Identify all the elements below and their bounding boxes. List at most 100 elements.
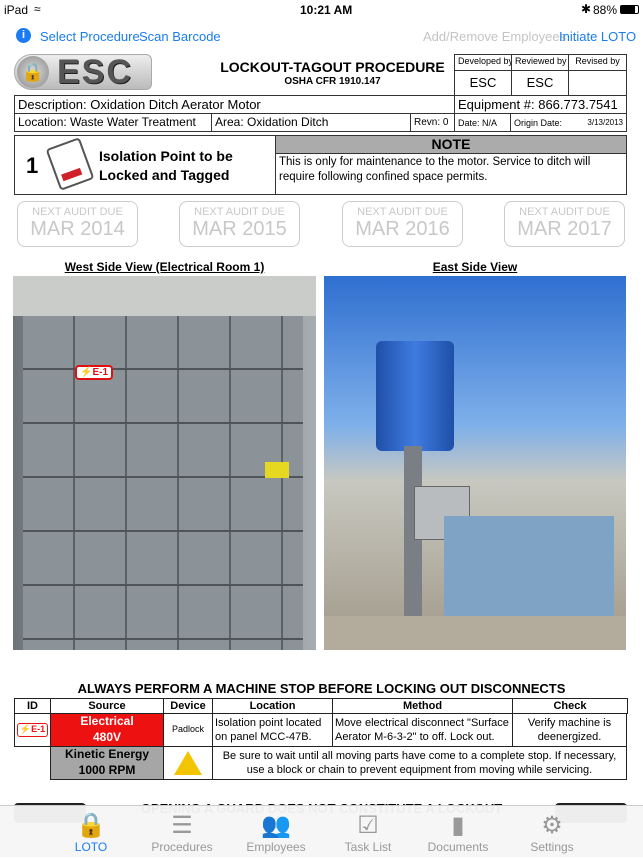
esc-logo: 🔒 ESC [14, 53, 152, 91]
row2-note: Be sure to wait until all moving parts h… [212, 746, 627, 780]
tab-loto[interactable]: 🔒 LOTO [51, 806, 131, 858]
motor [376, 341, 454, 451]
row1-location: Isolation point located on panel MCC-47B… [212, 713, 333, 747]
audit-label: NEXT AUDIT DUE [32, 206, 123, 218]
column-header-device: Device [163, 698, 213, 714]
lock-tag-icon [45, 137, 95, 191]
audit-label: NEXT AUDIT DUE [194, 206, 285, 218]
row2-source: Kinetic Energy 1000 RPM [50, 746, 164, 780]
tab-label: Employees [246, 840, 306, 854]
e1-badge: ⚡E-1 [16, 723, 49, 737]
revision: Revn: 0 [410, 113, 455, 132]
tab-settings[interactable]: ⚙ Settings [512, 806, 592, 858]
east-view-title: East Side View [432, 260, 518, 274]
select-procedure-link[interactable]: Select Procedure [40, 29, 140, 44]
checkbox-icon: ☑ [357, 812, 379, 839]
audit-due-button[interactable]: NEXT AUDIT DUE MAR 2017 [504, 201, 625, 247]
entanglement-warning-icon [174, 751, 202, 775]
info-icon[interactable]: i [16, 28, 31, 43]
revised-by-value [568, 70, 627, 96]
tab-documents[interactable]: ▮ Documents [418, 806, 498, 858]
wifi-icon: ≈ [34, 2, 41, 16]
audit-date: MAR 2017 [517, 218, 612, 240]
row1-check: Verify machine is deenergized. [512, 713, 627, 747]
origin-date: Origin Date: 3/13/2013 [510, 113, 627, 132]
east-side-photo[interactable] [324, 276, 626, 650]
reviewed-by-label: Reviewed by [511, 54, 569, 71]
yellow-label [265, 462, 289, 478]
initiate-loto-link[interactable]: Initiate LOTO [559, 29, 636, 44]
column-header-check: Check [512, 698, 628, 714]
date: Date: N/A [454, 113, 511, 132]
procedure-subtitle: OSHA CFR 1910.147 [284, 76, 381, 87]
note-box: NOTE This is only for maintenance to the… [275, 135, 627, 195]
logo-text: ESC [57, 53, 133, 91]
audit-due-button[interactable]: NEXT AUDIT DUE MAR 2016 [342, 201, 463, 247]
isolation-label-line1: Isolation Point to be [99, 148, 233, 164]
developed-by-label: Developed by [454, 54, 512, 71]
add-remove-employees-link[interactable]: Add/Remove Employees [423, 29, 566, 44]
clock: 10:21 AM [300, 3, 353, 17]
reviewed-by-value: ESC [511, 70, 569, 96]
note-title: NOTE [276, 136, 626, 154]
audit-label: NEXT AUDIT DUE [519, 206, 610, 218]
source-magnitude: 480V [92, 730, 122, 744]
tab-task-list[interactable]: ☑ Task List [328, 806, 408, 858]
lock-icon: 🔒 [76, 812, 106, 839]
west-side-photo[interactable]: ⚡E-1 [13, 276, 316, 650]
machine-stop-warning: ALWAYS PERFORM A MACHINE STOP BEFORE LOC… [77, 681, 566, 696]
book-icon: ▮ [451, 812, 465, 839]
isolation-count: 1 [26, 153, 39, 178]
source-type: Electrical [80, 714, 134, 729]
kinetic-magnitude: 1000 RPM [78, 763, 136, 777]
row1-device: Padlock [163, 713, 213, 747]
west-view-title: West Side View (Electrical Room 1) [64, 260, 265, 274]
procedure-title: LOCKOUT-TAGOUT PROCEDURE [220, 59, 445, 75]
notepad-icon: ☰ [171, 812, 193, 839]
scan-barcode-link[interactable]: Scan Barcode [139, 29, 221, 44]
tab-bar: 🔒 LOTO ☰ Procedures 👥 Employees ☑ Task List ▮ Doc… [0, 805, 643, 857]
column-header-method: Method [332, 698, 513, 714]
isolation-label: Isolation Point to be Locked and Tagged [99, 147, 233, 185]
revised-by-label: Revised by [568, 54, 627, 71]
audit-label: NEXT AUDIT DUE [357, 206, 448, 218]
battery-icon [620, 5, 639, 14]
audit-date: MAR 2014 [30, 218, 125, 240]
battery-percent: 88% [593, 3, 618, 17]
tab-label: Documents [427, 840, 489, 854]
developed-by-value: ESC [454, 70, 512, 96]
gear-icon: ⚙ [541, 812, 563, 839]
column-header-id: ID [14, 698, 51, 714]
equipment-number: Equipment #: 866.773.7541 [454, 95, 627, 114]
kinetic-source-type: Kinetic Energy [64, 747, 150, 762]
isolation-label-line2: Locked and Tagged [99, 167, 230, 183]
device-name: iPad [4, 3, 29, 17]
row2-device [163, 746, 213, 780]
location: Location: Waste Water Treatment [14, 113, 212, 132]
people-icon: 👥 [261, 812, 291, 839]
nav-bar: i Select Procedure Scan Barcode Add/Remo… [0, 20, 643, 52]
isolation-box: 1 Isolation Point to be Locked and Tagged [14, 135, 276, 195]
tab-label: Procedures [151, 840, 213, 854]
audit-due-button[interactable]: NEXT AUDIT DUE MAR 2015 [179, 201, 300, 247]
column-header-source: Source [50, 698, 164, 714]
note-text: This is only for maintenance to the moto… [279, 156, 591, 183]
column-header-location: Location [212, 698, 333, 714]
description: Description: Oxidation Ditch Aerator Mot… [14, 95, 455, 114]
bluetooth-icon: ✱ [581, 2, 592, 16]
status-bar: iPad ≈ 10:21 AM ✱ 88% [0, 0, 643, 20]
e1-photo-tag: ⚡E-1 [75, 365, 114, 380]
area: Area: Oxidation Ditch [211, 113, 411, 132]
tab-employees[interactable]: 👥 Employees [236, 806, 316, 858]
row1-method: Move electrical disconnect "Surface Aera… [332, 713, 513, 747]
tab-label: Task List [344, 840, 392, 854]
tab-procedures[interactable]: ☰ Procedures [142, 806, 222, 858]
tab-label: LOTO [74, 840, 108, 854]
row1-source: Electrical 480V [50, 713, 164, 747]
audit-due-button[interactable]: NEXT AUDIT DUE MAR 2014 [17, 201, 138, 247]
origin-date-label: Origin Date: [514, 118, 563, 128]
row1-id: ⚡E-1 [14, 713, 51, 747]
audit-date: MAR 2015 [192, 218, 287, 240]
audit-date: MAR 2016 [355, 218, 450, 240]
tab-label: Settings [530, 840, 574, 854]
